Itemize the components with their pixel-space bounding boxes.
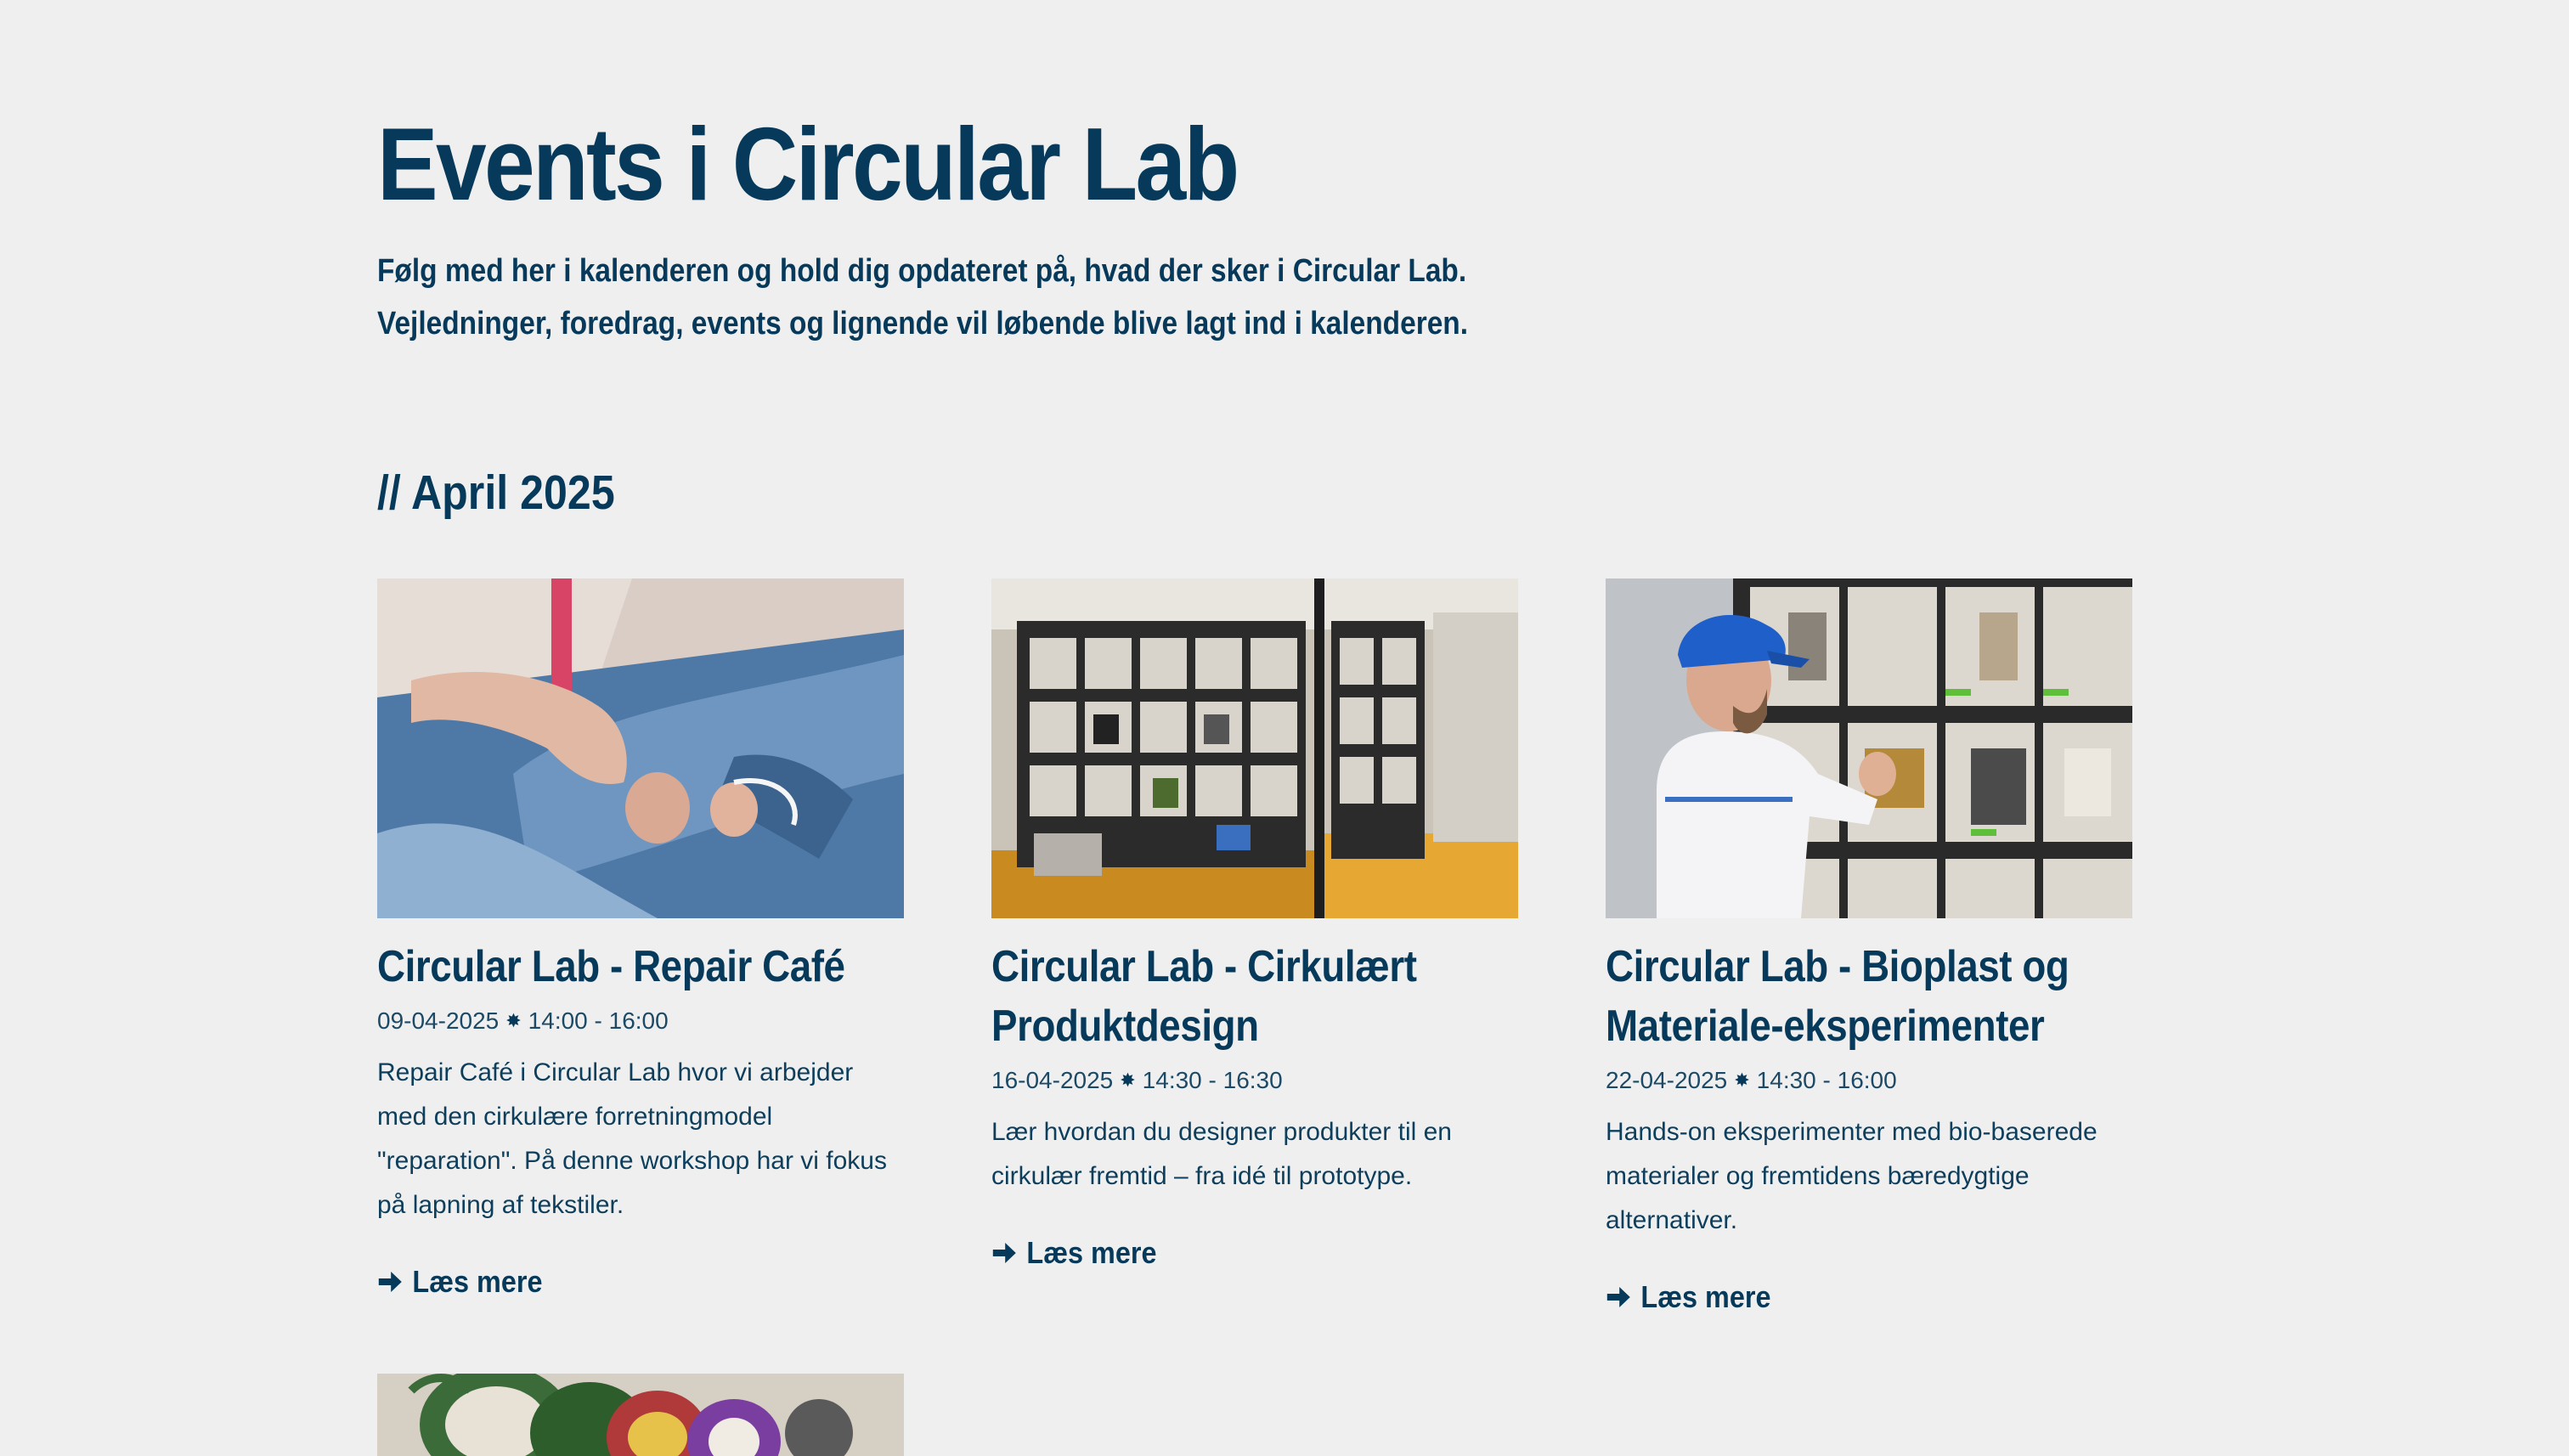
jeans-repair-image[interactable] [377, 578, 904, 918]
event-card[interactable]: Circular Lab - Repair Café 09-04-2025 ✸ … [377, 578, 904, 1301]
read-more-link[interactable]: Læs mere [377, 1263, 851, 1301]
event-meta: 22-04-2025 ✸ 14:30 - 16:00 [1606, 1064, 2132, 1097]
event-description: Repair Café i Circular Lab hvor vi arbej… [377, 1058, 887, 1219]
crochet-photo [377, 1374, 904, 1456]
event-date: 09-04-2025 [377, 1007, 500, 1034]
event-date: 22-04-2025 [1606, 1067, 1728, 1093]
read-more-label: Læs mere [412, 1264, 543, 1299]
separator-icon: ✸ [505, 1010, 522, 1031]
read-more-label: Læs mere [1026, 1235, 1157, 1270]
arrow-right-icon [992, 1243, 1016, 1263]
page-title: Events i Circular Lab [377, 106, 1239, 222]
month-heading: // April 2025 [377, 466, 615, 520]
material-library-shelf-photo [991, 578, 1518, 918]
event-time: 14:30 - 16:00 [1756, 1067, 1897, 1093]
jeans-repair-photo [377, 578, 904, 918]
read-more-link[interactable]: Læs mere [1606, 1278, 2080, 1316]
event-card[interactable]: Circular Lab - Cirkulært Produktdesign 1… [991, 578, 1518, 1272]
material-wall-image[interactable] [1606, 578, 2132, 918]
next-event-image[interactable] [377, 1374, 904, 1456]
arrow-right-icon [378, 1272, 402, 1292]
read-more-label: Læs mere [1640, 1279, 1771, 1314]
event-title[interactable]: Circular Lab - Cirkulært Produktdesign [991, 937, 1515, 1056]
arrow-right-icon [1606, 1287, 1630, 1307]
separator-icon: ✸ [1734, 1069, 1750, 1091]
material-library-image[interactable] [991, 578, 1518, 918]
read-more-link[interactable]: Læs mere [991, 1234, 1465, 1272]
event-meta: 09-04-2025 ✸ 14:00 - 16:00 [377, 1005, 904, 1037]
event-description: Hands-on eksperimenter med bio-baserede … [1606, 1118, 2098, 1234]
man-at-material-wall-photo [1606, 578, 2132, 918]
event-time: 14:30 - 16:30 [1142, 1067, 1283, 1093]
event-date: 16-04-2025 [991, 1067, 1114, 1093]
event-meta: 16-04-2025 ✸ 14:30 - 16:30 [991, 1064, 1518, 1097]
event-card[interactable]: Circular Lab - Bioplast og Materiale-eks… [1606, 578, 2132, 1316]
event-time: 14:00 - 16:00 [528, 1007, 669, 1034]
separator-icon: ✸ [1120, 1069, 1136, 1091]
intro-text: Følg med her i kalenderen og hold dig op… [377, 253, 1469, 341]
event-description: Lær hvordan du designer produkter til en… [991, 1118, 1452, 1190]
event-title[interactable]: Circular Lab - Bioplast og Materiale-eks… [1606, 937, 2129, 1056]
event-title[interactable]: Circular Lab - Repair Café [377, 937, 901, 996]
